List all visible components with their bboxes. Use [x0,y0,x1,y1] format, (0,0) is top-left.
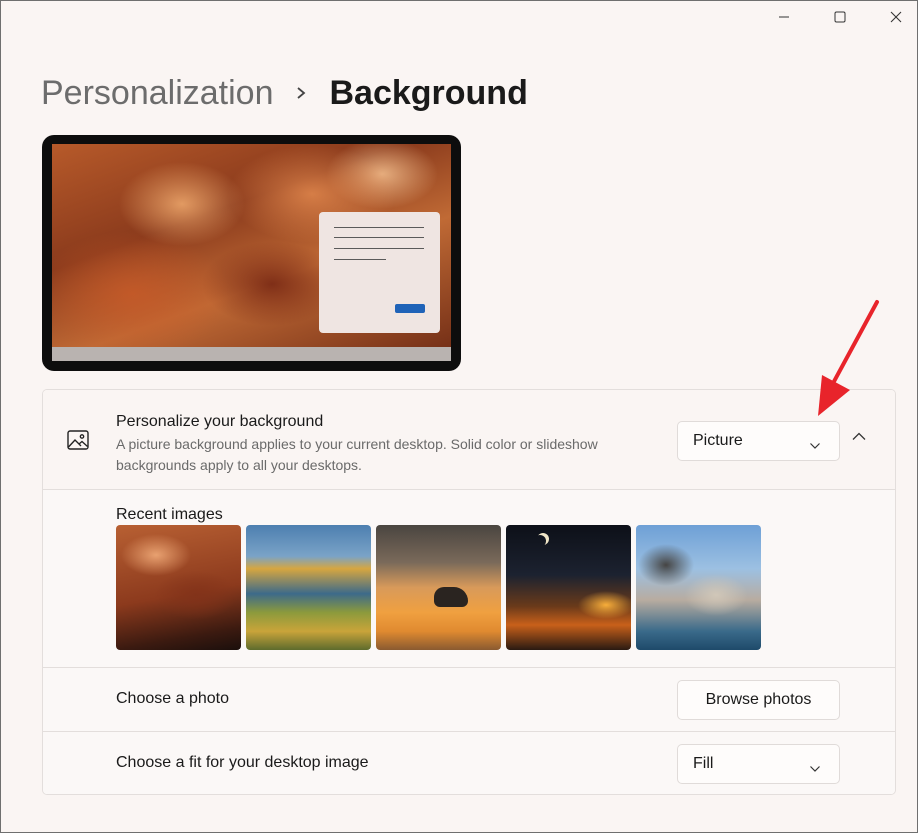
desktop-preview [42,135,461,371]
minimize-button[interactable] [761,1,807,33]
minimize-icon [779,16,789,18]
recent-images-title: Recent images [116,506,223,523]
close-button[interactable] [873,1,918,33]
chevron-down-icon [809,437,821,455]
background-type-dropdown[interactable]: Picture [677,421,840,461]
page-title: Background [329,73,528,112]
personalize-background-description: A picture background applies to your cur… [116,436,598,473]
preview-text-line [334,248,424,249]
choose-fit-label: Choose a fit for your desktop image [116,754,369,771]
recent-images-list [116,525,761,650]
preview-wallpaper [52,144,451,361]
preview-text-line [334,259,386,260]
recent-image-autumn-river[interactable] [246,525,371,650]
breadcrumb-parent-personalization[interactable]: Personalization [41,74,273,113]
choose-photo-label: Choose a photo [116,690,229,707]
chevron-down-icon [809,760,821,778]
moon-icon [534,535,546,547]
maximize-icon [834,11,846,23]
choose-fit-row: Choose a fit for your desktop image Fill [43,731,895,794]
background-type-value: Picture [693,432,743,449]
rhino-silhouette [434,587,468,607]
chevron-right-icon [295,85,307,101]
preview-text-line [334,237,424,238]
preview-accent-button [395,304,425,313]
preview-sample-window [319,212,440,333]
personalize-background-row[interactable]: Personalize your background A picture ba… [43,390,895,490]
personalize-background-title: Personalize your background [116,413,324,430]
browse-photos-button[interactable]: Browse photos [677,680,840,720]
recent-image-rhino-sunset[interactable] [376,525,501,650]
chevron-up-icon[interactable] [851,428,867,446]
annotation-arrow-icon [818,300,879,416]
breadcrumb: Personalization Background [41,71,528,115]
settings-window: Personalization Background Personalize y… [0,0,918,833]
recent-image-granite-coast[interactable] [636,525,761,650]
recent-image-night-clouds[interactable] [506,525,631,650]
background-settings-card: Personalize your background A picture ba… [42,389,896,795]
picture-icon [67,430,89,455]
choose-photo-row: Choose a photo Browse photos [43,667,895,731]
maximize-button[interactable] [817,1,863,33]
fit-value: Fill [693,755,714,772]
fit-dropdown[interactable]: Fill [677,744,840,784]
preview-text-line [334,227,424,228]
preview-taskbar [52,347,451,361]
close-icon [890,11,902,23]
recent-image-storm-clouds[interactable] [116,525,241,650]
